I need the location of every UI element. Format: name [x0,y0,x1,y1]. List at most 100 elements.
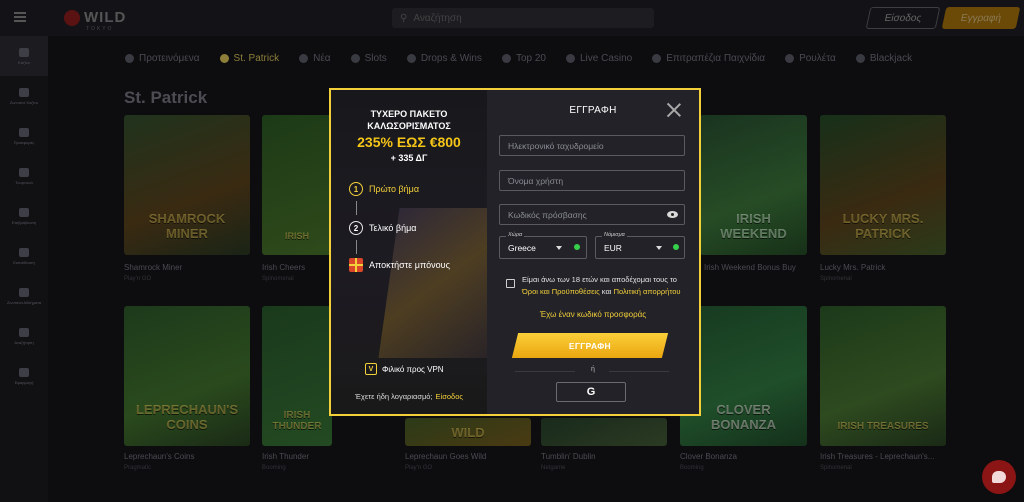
password-placeholder: Κωδικός πρόσβασης [508,209,587,220]
game-name: Irish Cheers [262,263,306,272]
currency-label: Νόμισμα [602,232,627,238]
google-signup-button[interactable]: G [556,382,626,402]
login-link[interactable]: Είσοδος [436,392,463,401]
email-field[interactable]: Ηλεκτρονικό ταχυδρομείο [499,135,685,156]
sidebar-item-rewards[interactable]: Επιβράβευση [0,196,48,236]
gift-icon [19,127,29,137]
game-tile[interactable]: WILD [405,418,531,446]
register-button-top[interactable]: Εγγραφή [941,7,1021,29]
game-tile[interactable]: SHAMROCK MINER [124,115,250,255]
tab-new[interactable]: Νέα [299,53,331,64]
tab-label: Προτεινόμενα [139,52,200,64]
promo-panel: ΤΥΧΕΡΟ ΠΑΚΕΤΟ ΚΑΛΩΣΟΡΙΣΜΑΤΟΣ 235% ΕΩΣ €8… [331,90,487,414]
promo-headline-line2: ΚΑΛΩΣΟΡΙΣΜΑΤΟΣ [367,121,451,131]
promo-code-link[interactable]: Έχω έναν κωδικό προσφοράς [487,310,699,319]
tab-live-casino[interactable]: Live Casino [565,52,633,64]
promo-free-spins: + 335 ΔΓ [390,153,428,163]
sidebar-item-promotions[interactable]: Προσφορές [0,116,48,156]
tab-drops-wins[interactable]: Drops & Wins [406,53,482,64]
have-account-label: Έχετε ήδη λογαριασμό; [355,392,433,401]
tab-top-20[interactable]: Top 20 [501,53,546,64]
tab-featured[interactable]: Προτεινόμενα [125,53,200,64]
show-password-icon[interactable] [667,211,678,218]
cards-icon [855,53,865,63]
bulb-icon [19,247,29,257]
status-dot [574,244,580,250]
sidebar-item-casino[interactable]: Καζίνο [0,36,48,76]
game-tile[interactable]: IRISH THUNDER [262,306,332,446]
promo-headline: ΤΥΧΕΡΟ ΠΑΚΕΤΟ ΚΑΛΩΣΟΡΙΣΜΑΤΟΣ [331,108,487,132]
sidebar-item-app[interactable]: Εφαρμογή [0,356,48,396]
gift-icon [349,258,363,272]
currency-select[interactable]: Νόμισμα EUR [595,232,685,259]
game-name: Leprechaun Goes Wild [405,452,487,461]
promo-headline-line1: ΤΥΧΕΡΟ ΠΑΚΕΤΟ [370,109,448,119]
game-tile[interactable]: LUCKY MRS. PATRICK [820,115,946,255]
registration-form: ΕΓΓΡΑΦΗ Ηλεκτρονικό ταχυδρομείο Όνομα χρ… [487,90,699,414]
register-submit-button[interactable]: ΕΓΓΡΑΦΗ [511,333,669,358]
logo-mark [64,9,80,26]
tab-slots[interactable]: Slots [350,53,387,64]
login-button[interactable]: Είσοδος [865,7,941,29]
password-field[interactable]: Κωδικός πρόσβασης [499,204,685,225]
sidebar-item-label: Ζωντανά Αθλήματα [6,299,42,305]
game-tile[interactable]: IRISH [262,115,332,255]
sidebar: Καζίνο Ζωντανό Καζίνο Προσφορές Τουρνουά… [0,36,48,502]
privacy-link[interactable]: Πολιτική απορρήτου [614,287,681,296]
game-name: Tumblin' Dublin [541,452,596,461]
menu-icon[interactable] [14,12,26,22]
search-icon: ⚲ [400,12,408,24]
crown-icon [125,53,134,63]
game-art-title: IRISH WEEKEND [720,211,787,241]
sidebar-item-live-casino[interactable]: Ζωντανό Καζίνο [0,76,48,116]
roulette-icon [785,53,795,63]
terms-and: και [601,287,612,296]
tab-st-patrick[interactable]: St. Patrick [219,53,279,64]
live-icon [565,53,575,63]
game-name: Clover Bonanza [680,452,737,461]
vpn-badge: V Φιλικό προς VPN [365,363,444,375]
tab-label: Live Casino [579,52,633,64]
game-tile[interactable]: IRISH WEEKEND [700,115,807,255]
close-icon[interactable] [667,103,681,117]
game-provider: Booming [262,465,286,471]
live-chat-button[interactable] [982,460,1016,494]
tab-roulette[interactable]: Ρουλέτα [785,53,836,64]
game-art-title: IRISH THUNDER [272,410,322,432]
step-3-label: Αποκτήστε μπόνους [369,260,450,270]
game-provider: Spinomenal [820,465,852,471]
terms-checkbox[interactable] [506,279,515,288]
game-provider: Pragmatic [124,465,152,471]
search-input[interactable]: ⚲ Αναζήτηση [392,8,654,28]
have-account-text: Έχετε ήδη λογαριασμό; Είσοδος [331,392,487,401]
category-tabs: Προτεινόμενα St. Patrick Νέα Slots Drops… [125,48,912,68]
game-art-title: SHAMROCK MINER [148,211,226,241]
top-bar: WILD TOKYO ⚲ Αναζήτηση Είσοδος Εγγραφή [0,0,1024,36]
username-field[interactable]: Όνομα χρήστη [499,170,685,191]
sidebar-item-search[interactable]: Αναζήτηση [0,316,48,356]
tab-blackjack[interactable]: Blackjack [855,53,912,64]
terms-link[interactable]: Όροι και Προϋποθέσεις [522,287,600,296]
trophy-icon [19,167,29,177]
logo[interactable]: WILD [64,9,126,26]
register-submit-label: ΕΓΓΡΑΦΗ [568,340,612,351]
game-art-title: LUCKY MRS. PATRICK [842,211,924,241]
logo-text: WILD [84,9,127,26]
game-tile[interactable]: IRISH TREASURES [820,306,946,446]
drops-icon [406,53,416,63]
game-tile[interactable] [541,418,667,446]
step-1-label: Πρώτο βήμα [369,184,420,194]
logo-subtext: TOKYO [86,26,114,32]
search-placeholder: Αναζήτηση [413,12,462,24]
game-tile[interactable]: LEPRECHAUN'S COINS [124,306,250,446]
game-art-title: IRISH TREASURES [837,421,929,432]
country-select[interactable]: Χώρα Greece [499,232,587,259]
sidebar-item-education[interactable]: Εκπαίδευση [0,236,48,276]
app-icon [19,367,29,377]
terms-label: Είμαι άνω των 18 ετών και αποδέχομαι του… [522,275,677,284]
sidebar-item-live-sports[interactable]: Ζωντανά Αθλήματα [0,276,48,316]
status-dot [673,244,679,250]
sidebar-item-tournaments[interactable]: Τουρνουά [0,156,48,196]
tab-table-games[interactable]: Επιτραπέζια Παιχνίδια [652,53,765,64]
game-name: Irish Weekend Bonus Buy [704,263,796,272]
